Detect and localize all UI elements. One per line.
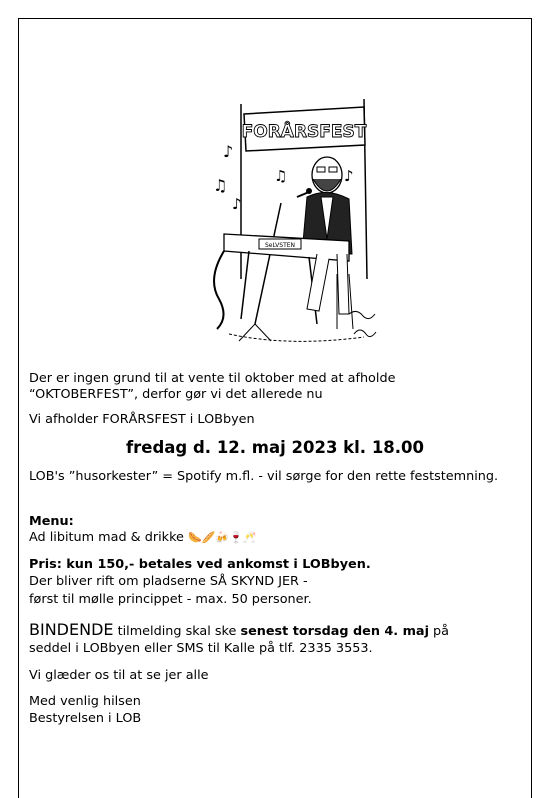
binding-line-1: BINDENDE tilmelding skal ske senest tors… bbox=[29, 620, 449, 641]
binding-deadline: senest torsdag den 4. maj bbox=[240, 624, 429, 639]
svg-text:♫: ♫ bbox=[274, 167, 287, 185]
rush-line-1: Der bliver rift om pladserne SÅ SKYND JE… bbox=[29, 574, 308, 589]
svg-text:♫: ♫ bbox=[213, 176, 227, 195]
binding-word: BINDENDE bbox=[29, 620, 114, 639]
binding-line-2: seddel i LOBbyen eller SMS til Kalle på … bbox=[29, 641, 373, 656]
look-forward: Vi glæder os til at se jer alle bbox=[29, 668, 209, 683]
announcement: Vi afholder FORÅRSFEST i LOBbyen bbox=[29, 412, 255, 427]
menu-line: Ad libitum mad & drikke 🌭🥖🍻🍷🥂 bbox=[29, 530, 256, 546]
document-page: FORÅRSFEST ♪ ♫ ♪ ♫ ♪ SeLVSTEN Der er ing… bbox=[18, 18, 532, 798]
event-date: fredag d. 12. maj 2023 kl. 18.00 bbox=[125, 438, 425, 457]
banner-text: FORÅRSFEST bbox=[242, 119, 367, 142]
keyboard-label: SeLVSTEN bbox=[265, 242, 295, 249]
binding-end: på bbox=[428, 624, 450, 639]
price-line: Pris: kun 150,- betales ved ankomst i LO… bbox=[29, 557, 371, 572]
food-drink-emojis: 🌭🥖🍻🍷🥂 bbox=[187, 531, 257, 544]
signature: Bestyrelsen i LOB bbox=[29, 711, 142, 726]
binding-mid: tilmelding skal ske bbox=[113, 624, 241, 639]
svg-text:♪: ♪ bbox=[344, 167, 354, 185]
intro-line-2: “OKTOBERFEST”, derfor gør vi det allered… bbox=[29, 387, 323, 402]
rush-line-2: først til mølle princippet - max. 50 per… bbox=[29, 592, 312, 607]
menu-text: Ad libitum mad & drikke bbox=[29, 530, 184, 545]
menu-heading: Menu: bbox=[29, 514, 74, 529]
svg-text:♪: ♪ bbox=[232, 195, 242, 213]
greeting: Med venlig hilsen bbox=[29, 694, 141, 709]
intro-line-1: Der er ingen grund til at vente til okto… bbox=[29, 371, 396, 386]
party-illustration: FORÅRSFEST ♪ ♫ ♪ ♫ ♪ SeLVSTEN bbox=[213, 98, 377, 342]
svg-text:♪: ♪ bbox=[223, 142, 233, 161]
music-line: LOB's ”husorkester” = Spotify m.fl. - vi… bbox=[29, 469, 499, 484]
